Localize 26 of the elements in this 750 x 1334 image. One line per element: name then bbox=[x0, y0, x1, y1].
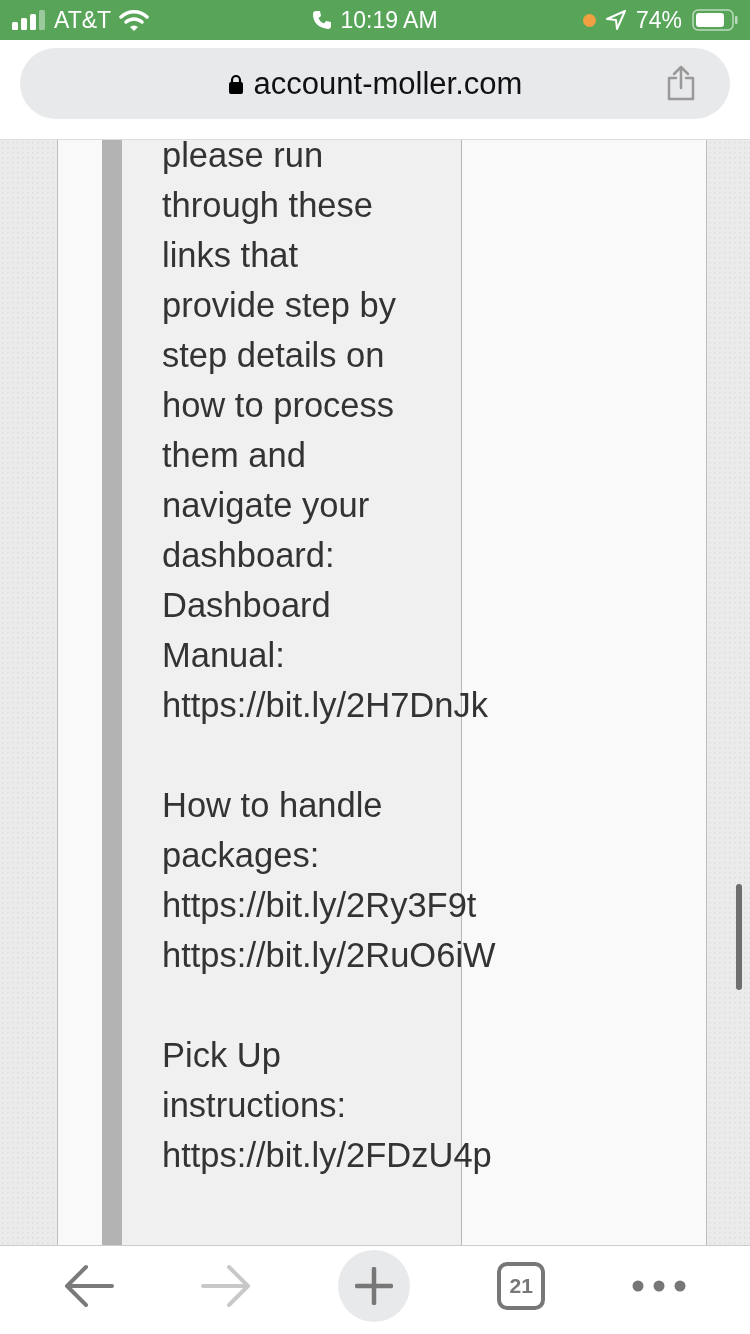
section-title: How to handle packages: bbox=[162, 785, 384, 876]
more-icon[interactable] bbox=[632, 1279, 687, 1293]
url-text: https://bit.ly/2Ry3F9t bbox=[162, 885, 477, 926]
url-text: https://bit.ly/2H7DnJk bbox=[162, 685, 488, 726]
section-title: Dashboard Manual: bbox=[162, 585, 332, 676]
phone-icon bbox=[312, 10, 333, 30]
tab-count-button[interactable]: 21 bbox=[497, 1262, 546, 1310]
section-title: Pick Up instructions: bbox=[162, 1035, 348, 1126]
share-icon[interactable] bbox=[666, 65, 696, 101]
plus-icon bbox=[354, 1267, 393, 1305]
wifi-icon bbox=[119, 9, 150, 31]
back-arrow-icon[interactable] bbox=[63, 1264, 114, 1308]
recording-dot-icon bbox=[582, 13, 596, 27]
address-bar[interactable]: account-moller.com bbox=[20, 48, 730, 119]
url-text: https://bit.ly/2RuO6iW bbox=[162, 935, 496, 976]
url-text: account-moller.com bbox=[253, 65, 523, 102]
url-text: https://bit.ly/2FDzU4p bbox=[162, 1135, 492, 1176]
clock-time: 10:19 AM bbox=[340, 6, 438, 34]
location-arrow-icon bbox=[605, 10, 626, 30]
signal-icon bbox=[12, 10, 46, 30]
battery-percent: 74% bbox=[635, 6, 682, 34]
lock-icon bbox=[227, 73, 244, 94]
carrier-name: AT&T bbox=[54, 6, 112, 34]
message-text: please run through these links that provide step by step details on how to process them and navigate your dashboard: bbox=[162, 140, 397, 576]
scrollbar[interactable] bbox=[736, 884, 742, 990]
battery-icon bbox=[692, 9, 738, 31]
